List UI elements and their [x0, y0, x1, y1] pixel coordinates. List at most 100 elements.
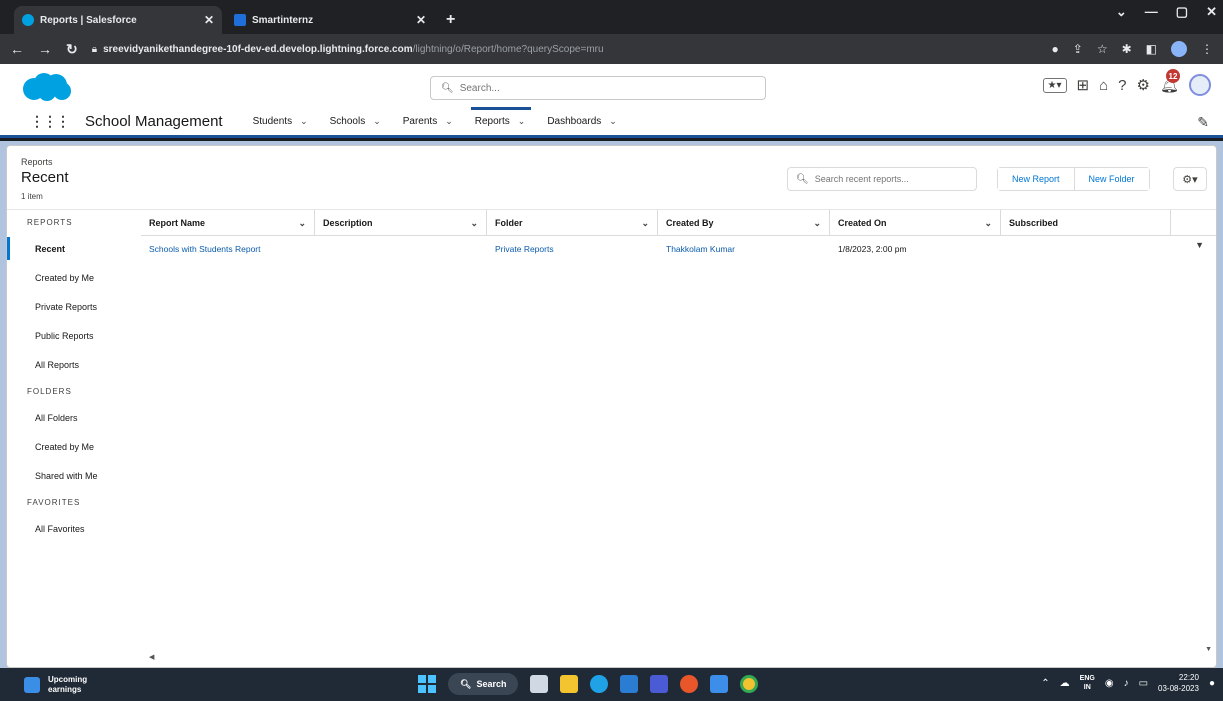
taskbar-search-button[interactable]: 🔍︎ Search: [448, 673, 519, 695]
extensions-icon[interactable]: ✱: [1122, 42, 1132, 56]
sidebar-item-shared-with-me[interactable]: Shared with Me: [7, 461, 131, 490]
report-folder-link[interactable]: Private Reports: [487, 236, 658, 262]
new-folder-button[interactable]: New Folder: [1073, 168, 1149, 190]
setup-gear-icon[interactable]: ⚙: [1137, 76, 1150, 94]
new-report-button[interactable]: New Report: [998, 168, 1074, 190]
battery-icon[interactable]: ▭: [1139, 678, 1148, 689]
close-icon[interactable]: ✕: [204, 13, 214, 27]
chevron-down-icon[interactable]: ⌄: [445, 116, 453, 127]
chrome-icon[interactable]: [740, 675, 759, 693]
office-icon[interactable]: [680, 675, 699, 693]
notifications-bell-icon[interactable]: 🔔︎ 12: [1160, 69, 1180, 94]
nav-tab-reports[interactable]: Reports ⌄: [470, 106, 531, 137]
chevron-up-icon[interactable]: ⌃: [1041, 678, 1049, 689]
chevron-down-icon[interactable]: ⌄: [518, 116, 526, 127]
sidebar-item-public-reports[interactable]: Public Reports: [7, 321, 131, 350]
reload-icon[interactable]: ↻: [66, 41, 78, 58]
scroll-down-arrow-icon[interactable]: ▼: [1205, 646, 1212, 653]
minimize-icon[interactable]: —: [1145, 4, 1158, 20]
mail-icon[interactable]: [710, 675, 729, 693]
horizontal-scrollbar[interactable]: ◀: [141, 653, 1206, 663]
tab-search-icon[interactable]: ⌄: [1116, 4, 1127, 20]
trailhead-icon[interactable]: ⌂: [1099, 77, 1108, 94]
nav-tab-label: Students: [252, 116, 293, 127]
chevron-down-icon[interactable]: ⌄: [813, 218, 821, 229]
nav-tab-label: Schools: [329, 116, 366, 127]
sidebar-item-all-folders[interactable]: All Folders: [7, 403, 131, 432]
list-settings-gear-icon[interactable]: ⚙▾: [1173, 167, 1207, 191]
recent-reports-search-box[interactable]: 🔍︎: [787, 167, 977, 191]
chevron-down-icon[interactable]: ⌄: [300, 116, 308, 127]
lang-line-1: ENG: [1079, 675, 1095, 682]
weather-widget[interactable]: Upcoming earnings: [0, 675, 87, 695]
nav-tab-parents[interactable]: Parents ⌄: [403, 107, 453, 137]
wifi-icon[interactable]: ◉: [1105, 678, 1114, 689]
store-icon[interactable]: [620, 675, 639, 693]
help-icon[interactable]: ?: [1118, 77, 1126, 94]
search-icon: 🔍︎: [796, 173, 809, 185]
column-header-created-by[interactable]: Created By ⌄: [658, 210, 830, 236]
sidebar-item-all-favorites[interactable]: All Favorites: [7, 514, 131, 543]
chevron-down-icon[interactable]: ⌄: [641, 218, 649, 229]
visual-studio-icon[interactable]: [650, 675, 669, 693]
nav-tab-schools[interactable]: Schools ⌄: [330, 107, 381, 137]
onedrive-cloud-icon[interactable]: ☁: [1060, 678, 1070, 689]
bookmark-star-icon[interactable]: ☆: [1097, 42, 1108, 56]
notification-center-icon[interactable]: ●: [1209, 678, 1215, 689]
input-language-indicator[interactable]: ENG IN: [1080, 674, 1095, 692]
windows-start-icon[interactable]: [418, 675, 436, 693]
volume-icon[interactable]: ♪: [1124, 678, 1129, 689]
table-header-row: Report Name ⌄ Description ⌄ Folder ⌄ Create…: [141, 210, 1216, 236]
report-created-by-link[interactable]: Thakkolam Kumar: [658, 236, 830, 262]
google-lens-icon[interactable]: ●: [1052, 42, 1059, 56]
taskbar-clock[interactable]: 22:20 03-08-2023: [1158, 672, 1199, 694]
new-tab-button[interactable]: +: [438, 6, 463, 34]
url-field[interactable]: 🔒︎ sreevidyanikethandegree-10f-dev-ed.de…: [92, 44, 1052, 55]
maximize-icon[interactable]: ▢: [1176, 4, 1188, 20]
sidebar-item-private-reports[interactable]: Private Reports: [7, 292, 131, 321]
report-name-link[interactable]: Schools with Students Report: [141, 236, 315, 262]
profile-avatar-icon[interactable]: [1171, 41, 1187, 57]
back-arrow-icon[interactable]: ←: [10, 41, 24, 57]
recent-reports-search-input[interactable]: [814, 174, 968, 184]
scroll-left-arrow-icon[interactable]: ◀: [149, 653, 154, 661]
share-icon[interactable]: ⇪: [1073, 42, 1083, 56]
task-view-icon[interactable]: [530, 675, 549, 693]
nav-tab-students[interactable]: Students ⌄: [253, 107, 308, 137]
edge-browser-icon[interactable]: [590, 675, 609, 693]
sidebar-item-folders-created-by-me[interactable]: Created by Me: [7, 432, 131, 461]
global-search-input[interactable]: [459, 82, 755, 94]
column-header-created-on[interactable]: Created On ⌄: [830, 210, 1001, 236]
browser-menu-icon[interactable]: ⋮: [1201, 42, 1213, 56]
sidebar-item-recent[interactable]: Recent: [7, 234, 131, 263]
app-name: School Management: [85, 113, 223, 130]
favorites-star-icon[interactable]: ★▾: [1042, 77, 1067, 93]
user-avatar[interactable]: [1189, 74, 1211, 96]
column-header-description[interactable]: Description ⌄: [315, 210, 487, 236]
chevron-down-icon[interactable]: ⌄: [470, 218, 478, 229]
column-header-folder[interactable]: Folder ⌄: [487, 210, 658, 236]
chevron-down-icon[interactable]: ⌄: [373, 116, 381, 127]
chevron-down-icon[interactable]: ⌄: [984, 218, 992, 229]
browser-tab-smartinternz[interactable]: Smartinternz ✕: [226, 6, 434, 34]
global-search-box[interactable]: 🔍︎: [430, 76, 766, 100]
column-header-report-name[interactable]: Report Name ⌄: [141, 210, 315, 236]
sidebar-item-created-by-me[interactable]: Created by Me: [7, 263, 131, 292]
window-close-icon[interactable]: ✕: [1206, 4, 1217, 20]
file-explorer-icon[interactable]: [560, 675, 579, 693]
global-actions-plus-icon[interactable]: ⊞: [1077, 76, 1090, 94]
salesforce-cloud-logo-icon[interactable]: [20, 72, 72, 102]
close-icon[interactable]: ✕: [416, 13, 426, 27]
chevron-down-icon[interactable]: ⌄: [298, 218, 306, 229]
browser-tab-reports[interactable]: Reports | Salesforce ✕: [14, 6, 222, 34]
nav-tab-dashboards[interactable]: Dashboards ⌄: [547, 107, 616, 137]
sidebar-item-all-reports[interactable]: All Reports: [7, 350, 131, 379]
nav-tab-label: Reports: [474, 116, 510, 127]
sidepanel-icon[interactable]: ◧: [1146, 42, 1157, 56]
chevron-down-icon[interactable]: ⌄: [609, 116, 617, 127]
forward-arrow-icon[interactable]: →: [38, 41, 52, 57]
news-widget-icon: [24, 676, 40, 693]
app-launcher-waffle-icon[interactable]: ⋮⋮⋮: [30, 113, 70, 130]
edit-nav-pencil-icon[interactable]: ✎: [1197, 114, 1209, 131]
row-actions-dropdown-icon[interactable]: ▼: [1195, 240, 1204, 250]
